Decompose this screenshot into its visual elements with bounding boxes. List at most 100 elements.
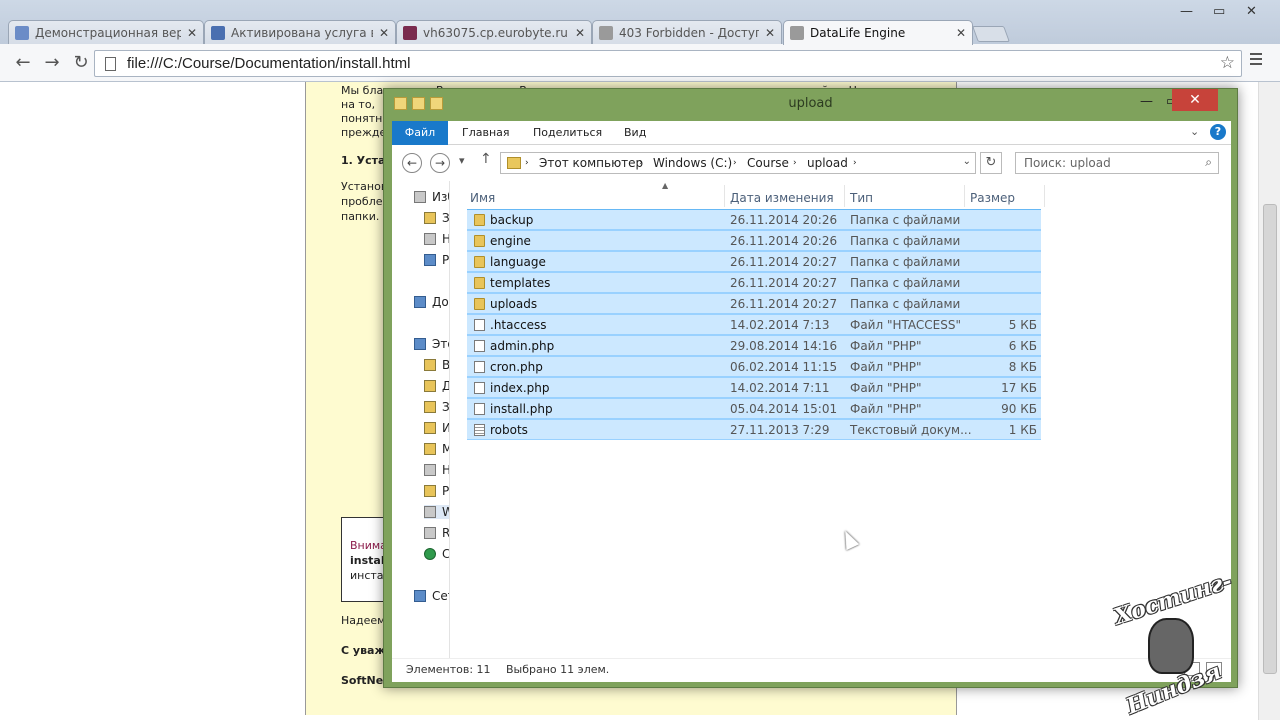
nav-item[interactable]: Сеть [414, 589, 449, 603]
nav-item[interactable]: Изображения [424, 421, 449, 435]
nav-item[interactable]: Этот компьютер [414, 337, 449, 351]
nav-item[interactable]: Рабочий стол [424, 253, 449, 267]
breadcrumb[interactable]: Windows (C:) [653, 156, 732, 170]
help-icon[interactable]: ? [1210, 124, 1226, 140]
tab-home[interactable]: Главная [462, 126, 510, 139]
chevron-right-icon[interactable]: › [793, 158, 797, 168]
path-bar[interactable]: › Этот компьютер › Windows (C:) › Course… [500, 152, 976, 174]
file-row[interactable]: robots 27.11.2013 7:29 Текстовый докум... 1… [467, 419, 1041, 440]
nav-item[interactable]: Документы [424, 379, 449, 393]
browser-tab[interactable]: Активирована услуга вир ✕ [204, 20, 396, 44]
address-bar[interactable]: file:///C:/Course/Documentation/install.… [94, 50, 1242, 77]
breadcrumb[interactable]: upload [807, 156, 848, 170]
nav-item[interactable]: Загрузки [424, 211, 449, 225]
chevron-right-icon[interactable]: › [639, 158, 643, 168]
file-date: 26.11.2014 20:27 [730, 297, 838, 311]
folder-icon [424, 212, 436, 224]
column-date[interactable]: Дата изменения [730, 191, 834, 205]
browser-tab[interactable]: Демонстрационная верс ✕ [8, 20, 204, 44]
close-tab-icon[interactable]: ✕ [187, 26, 197, 40]
file-row[interactable]: uploads 26.11.2014 20:27 Папка с файлами [467, 293, 1041, 314]
browser-tab[interactable]: 403 Forbidden - Доступ за ✕ [592, 20, 782, 44]
nav-item[interactable]: CD-дисковод [424, 547, 449, 561]
close-tab-icon[interactable]: ✕ [765, 26, 775, 40]
chevron-right-icon[interactable]: › [853, 158, 857, 168]
recent-locations-icon[interactable]: ▾ [459, 154, 465, 167]
back-icon[interactable]: ← [402, 153, 422, 173]
tab-view[interactable]: Вид [624, 126, 646, 139]
browser-tab[interactable]: DataLife Engine ✕ [783, 20, 973, 45]
file-date: 14.02.2014 7:11 [730, 381, 830, 395]
file-icon [474, 382, 485, 394]
breadcrumb[interactable]: Course [747, 156, 789, 170]
browser-tab[interactable]: vh63075.cp.eurobyte.ru : ✕ [396, 20, 592, 44]
tab-share[interactable]: Поделиться [533, 126, 602, 139]
close-tab-icon[interactable]: ✕ [575, 26, 585, 40]
nav-item[interactable]: Видео [424, 358, 449, 372]
folder-icon [474, 298, 485, 310]
tab-file[interactable]: Файл [392, 121, 448, 145]
close-tab-icon[interactable]: ✕ [379, 26, 389, 40]
nav-item[interactable]: Windows (C:) [424, 505, 449, 519]
bookmark-star-icon[interactable]: ☆ [1220, 53, 1235, 73]
nav-item[interactable]: RECOVERY [424, 526, 449, 540]
chevron-down-icon[interactable]: ⌄ [963, 156, 971, 167]
nav-item[interactable]: Домашняя группа [414, 295, 449, 309]
close-tab-icon[interactable]: ✕ [956, 26, 966, 40]
url-text: file:///C:/Course/Documentation/install.… [127, 55, 411, 72]
explorer-titlebar[interactable]: upload — ▭ ✕ [384, 89, 1237, 119]
file-row[interactable]: cron.php 06.02.2014 11:15 Файл "PHP" 8 КБ [467, 356, 1041, 377]
forward-icon[interactable]: → [430, 153, 450, 173]
column-divider[interactable] [964, 185, 965, 207]
file-row[interactable]: templates 26.11.2014 20:27 Папка с файлами [467, 272, 1041, 293]
column-size[interactable]: Размер [970, 191, 1015, 205]
file-icon [474, 361, 485, 373]
scrollbar-thumb[interactable] [1263, 204, 1277, 674]
maximize-icon[interactable]: ▭ [1213, 4, 1225, 19]
file-name: backup [490, 213, 534, 227]
minimize-icon[interactable]: — [1140, 94, 1153, 109]
recent-icon [424, 233, 436, 245]
column-divider[interactable] [724, 185, 725, 207]
footer-line: SoftNe [341, 674, 384, 687]
back-icon[interactable]: ← [12, 52, 34, 73]
file-row[interactable]: language 26.11.2014 20:27 Папка с файлами [467, 251, 1041, 272]
reload-icon[interactable]: ↻ [70, 52, 92, 73]
nav-item[interactable]: Недавние места [424, 232, 449, 246]
breadcrumb[interactable]: Этот компьютер [539, 156, 643, 170]
minimize-icon[interactable]: — [1180, 4, 1193, 19]
nav-item[interactable]: Избранное [414, 190, 449, 204]
folder-icon [424, 380, 436, 392]
file-row[interactable]: backup 26.11.2014 20:26 Папка с файлами [467, 209, 1041, 230]
file-row[interactable]: engine 26.11.2014 20:26 Папка с файлами [467, 230, 1041, 251]
chrome-menu-icon[interactable] [1250, 53, 1262, 68]
search-input[interactable]: Поиск: upload ⌕ [1015, 152, 1219, 174]
close-explorer-button[interactable]: ✕ [1172, 89, 1218, 111]
file-row[interactable]: .htaccess 14.02.2014 7:13 Файл "HTACCESS" 5… [467, 314, 1041, 335]
file-row[interactable]: install.php 05.04.2014 15:01 Файл "PHP" 90 … [467, 398, 1041, 419]
page-scrollbar[interactable] [1258, 82, 1280, 720]
forward-icon[interactable]: → [41, 52, 63, 73]
nav-item-label: Музыка [442, 442, 449, 456]
column-divider[interactable] [1044, 185, 1045, 207]
nav-item[interactable]: Загрузки [424, 400, 449, 414]
file-date: 26.11.2014 20:27 [730, 276, 838, 290]
column-name[interactable]: Имя [470, 191, 495, 205]
expand-ribbon-icon[interactable]: ⌄ [1190, 125, 1199, 138]
new-tab-button[interactable] [972, 26, 1010, 42]
refresh-button[interactable]: ↻ [980, 152, 1002, 174]
tab-title: vh63075.cp.eurobyte.ru : [423, 25, 569, 40]
column-type[interactable]: Тип [850, 191, 873, 205]
up-icon[interactable]: ↑ [480, 151, 492, 167]
chevron-right-icon[interactable]: › [525, 158, 529, 168]
nav-item[interactable]: Рабочий стол [424, 484, 449, 498]
file-size: 8 КБ [1008, 360, 1037, 374]
nav-item[interactable]: Новый том [424, 463, 449, 477]
file-name: install.php [490, 402, 553, 416]
chevron-right-icon[interactable]: › [733, 158, 737, 168]
column-divider[interactable] [844, 185, 845, 207]
close-window-icon[interactable]: ✕ [1246, 4, 1257, 19]
file-row[interactable]: admin.php 29.08.2014 14:16 Файл "PHP" 6 КБ [467, 335, 1041, 356]
nav-item[interactable]: Музыка [424, 442, 449, 456]
file-row[interactable]: index.php 14.02.2014 7:11 Файл "PHP" 17 КБ [467, 377, 1041, 398]
